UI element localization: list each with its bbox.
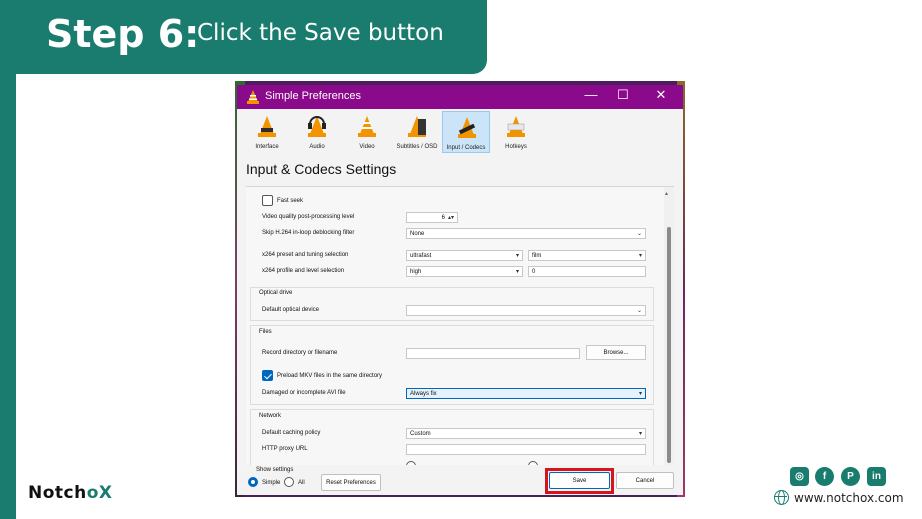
tab-hotkeys[interactable]: Hotkeys (492, 111, 540, 153)
chevron-down-icon: ▾ (638, 431, 642, 437)
browse-button[interactable]: Browse... (586, 345, 646, 360)
step-instruction: Click the Save button (197, 20, 444, 46)
record-label: Record directory or filename (262, 350, 338, 356)
x264-level-input[interactable]: 0 (528, 266, 646, 277)
skip-h264-select[interactable]: None ⌄ (406, 228, 646, 239)
hotkeys-icon (507, 116, 525, 137)
chevron-down-icon: ▾ (638, 253, 642, 259)
avi-select[interactable]: Always fix ▾ (406, 388, 646, 399)
subtitles-icon (408, 116, 426, 137)
tab-subtitles[interactable]: Subtitles / OSD (393, 111, 441, 153)
proxy-label: HTTP proxy URL (262, 446, 308, 452)
vlc-cone-icon (247, 90, 259, 104)
record-input[interactable] (406, 348, 580, 359)
minimize-button[interactable]: — (581, 87, 601, 102)
cancel-button[interactable]: Cancel (616, 472, 674, 489)
all-radio[interactable] (284, 477, 294, 487)
screenshot-frame: Simple Preferences — ☐ ✕ Interface Audio… (235, 81, 685, 497)
interface-icon (258, 116, 276, 137)
fast-seek-label: Fast seek (277, 198, 304, 204)
chevron-down-icon: ▾ (638, 391, 642, 397)
title-bar[interactable]: Simple Preferences — ☐ ✕ (237, 85, 683, 109)
tab-video[interactable]: Video (343, 111, 391, 153)
optical-device-select[interactable]: ⌄ (406, 305, 646, 316)
chevron-down-icon: ▾ (515, 269, 519, 275)
files-title: Files (259, 329, 272, 335)
preload-mkv-checkbox[interactable] (262, 370, 273, 381)
show-settings-label: Show settings (256, 467, 294, 473)
x264-profile-label: x264 profile and level selection (262, 268, 345, 274)
vq-spinbox[interactable]: 6 ▴▾ (406, 212, 458, 223)
scroll-up-icon[interactable]: ▴ (665, 190, 668, 197)
simple-label: Simple (262, 480, 281, 486)
maximize-button[interactable]: ☐ (613, 87, 633, 103)
spin-arrows-icon[interactable]: ▴▾ (448, 214, 454, 221)
preload-mkv-label: Preload MKV files in the same directory (277, 373, 383, 379)
audio-icon (308, 116, 326, 137)
skip-h264-label: Skip H.264 in-loop deblocking filter (262, 230, 355, 236)
linkedin-icon[interactable]: in (867, 467, 886, 486)
scrollbar-thumb[interactable] (667, 227, 671, 463)
avi-label: Damaged or incomplete AVI file (262, 390, 346, 396)
accent-bar (0, 60, 16, 519)
page-title: Input & Codecs Settings (246, 161, 397, 177)
tab-interface[interactable]: Interface (243, 111, 291, 153)
video-icon (358, 116, 376, 137)
caching-select[interactable]: Custom ▾ (406, 428, 646, 439)
chevron-down-icon: ⌄ (636, 308, 642, 314)
x264-tune-select[interactable]: film ▾ (528, 250, 646, 261)
instagram-icon[interactable]: ◎ (790, 467, 809, 486)
x264-preset-select[interactable]: ultrafast ▾ (406, 250, 523, 261)
globe-icon (774, 490, 789, 505)
proxy-input[interactable] (406, 444, 646, 455)
fast-seek-checkbox[interactable] (262, 195, 273, 206)
tab-audio[interactable]: Audio (293, 111, 341, 153)
facebook-icon[interactable]: f (815, 467, 834, 486)
optical-drive-title: Optical drive (259, 290, 293, 296)
settings-panel: Fast seek Video quality post-processing … (246, 186, 674, 482)
x264-profile-select[interactable]: high ▾ (406, 266, 523, 277)
preferences-window: Interface Audio Video Subtitles / OSD In… (237, 109, 683, 495)
input-codecs-icon (458, 117, 476, 138)
vq-label: Video quality post-processing level (262, 214, 355, 220)
caching-label: Default caching policy (262, 430, 321, 436)
notchox-logo: NotchoX (28, 483, 113, 503)
x264-preset-label: x264 preset and tuning selection (262, 252, 349, 258)
settings-scrollbar[interactable]: ▴ (664, 187, 674, 482)
chevron-down-icon: ⌄ (636, 231, 642, 237)
category-tabs: Interface Audio Video Subtitles / OSD In… (237, 109, 683, 157)
all-label: All (298, 480, 305, 486)
window-title: Simple Preferences (265, 90, 361, 102)
save-highlight-box (545, 468, 614, 494)
pinterest-icon[interactable]: P (841, 467, 860, 486)
tab-input-codecs[interactable]: Input / Codecs (442, 111, 490, 153)
optical-device-label: Default optical device (262, 307, 320, 313)
step-number: Step 6: (46, 12, 200, 56)
chevron-down-icon: ▾ (515, 253, 519, 259)
close-button[interactable]: ✕ (651, 87, 671, 103)
reset-preferences-button[interactable]: Reset Preferences (321, 474, 381, 491)
network-title: Network (259, 413, 282, 419)
website-link[interactable]: www.notchox.com (794, 491, 904, 505)
simple-radio[interactable] (248, 477, 258, 487)
